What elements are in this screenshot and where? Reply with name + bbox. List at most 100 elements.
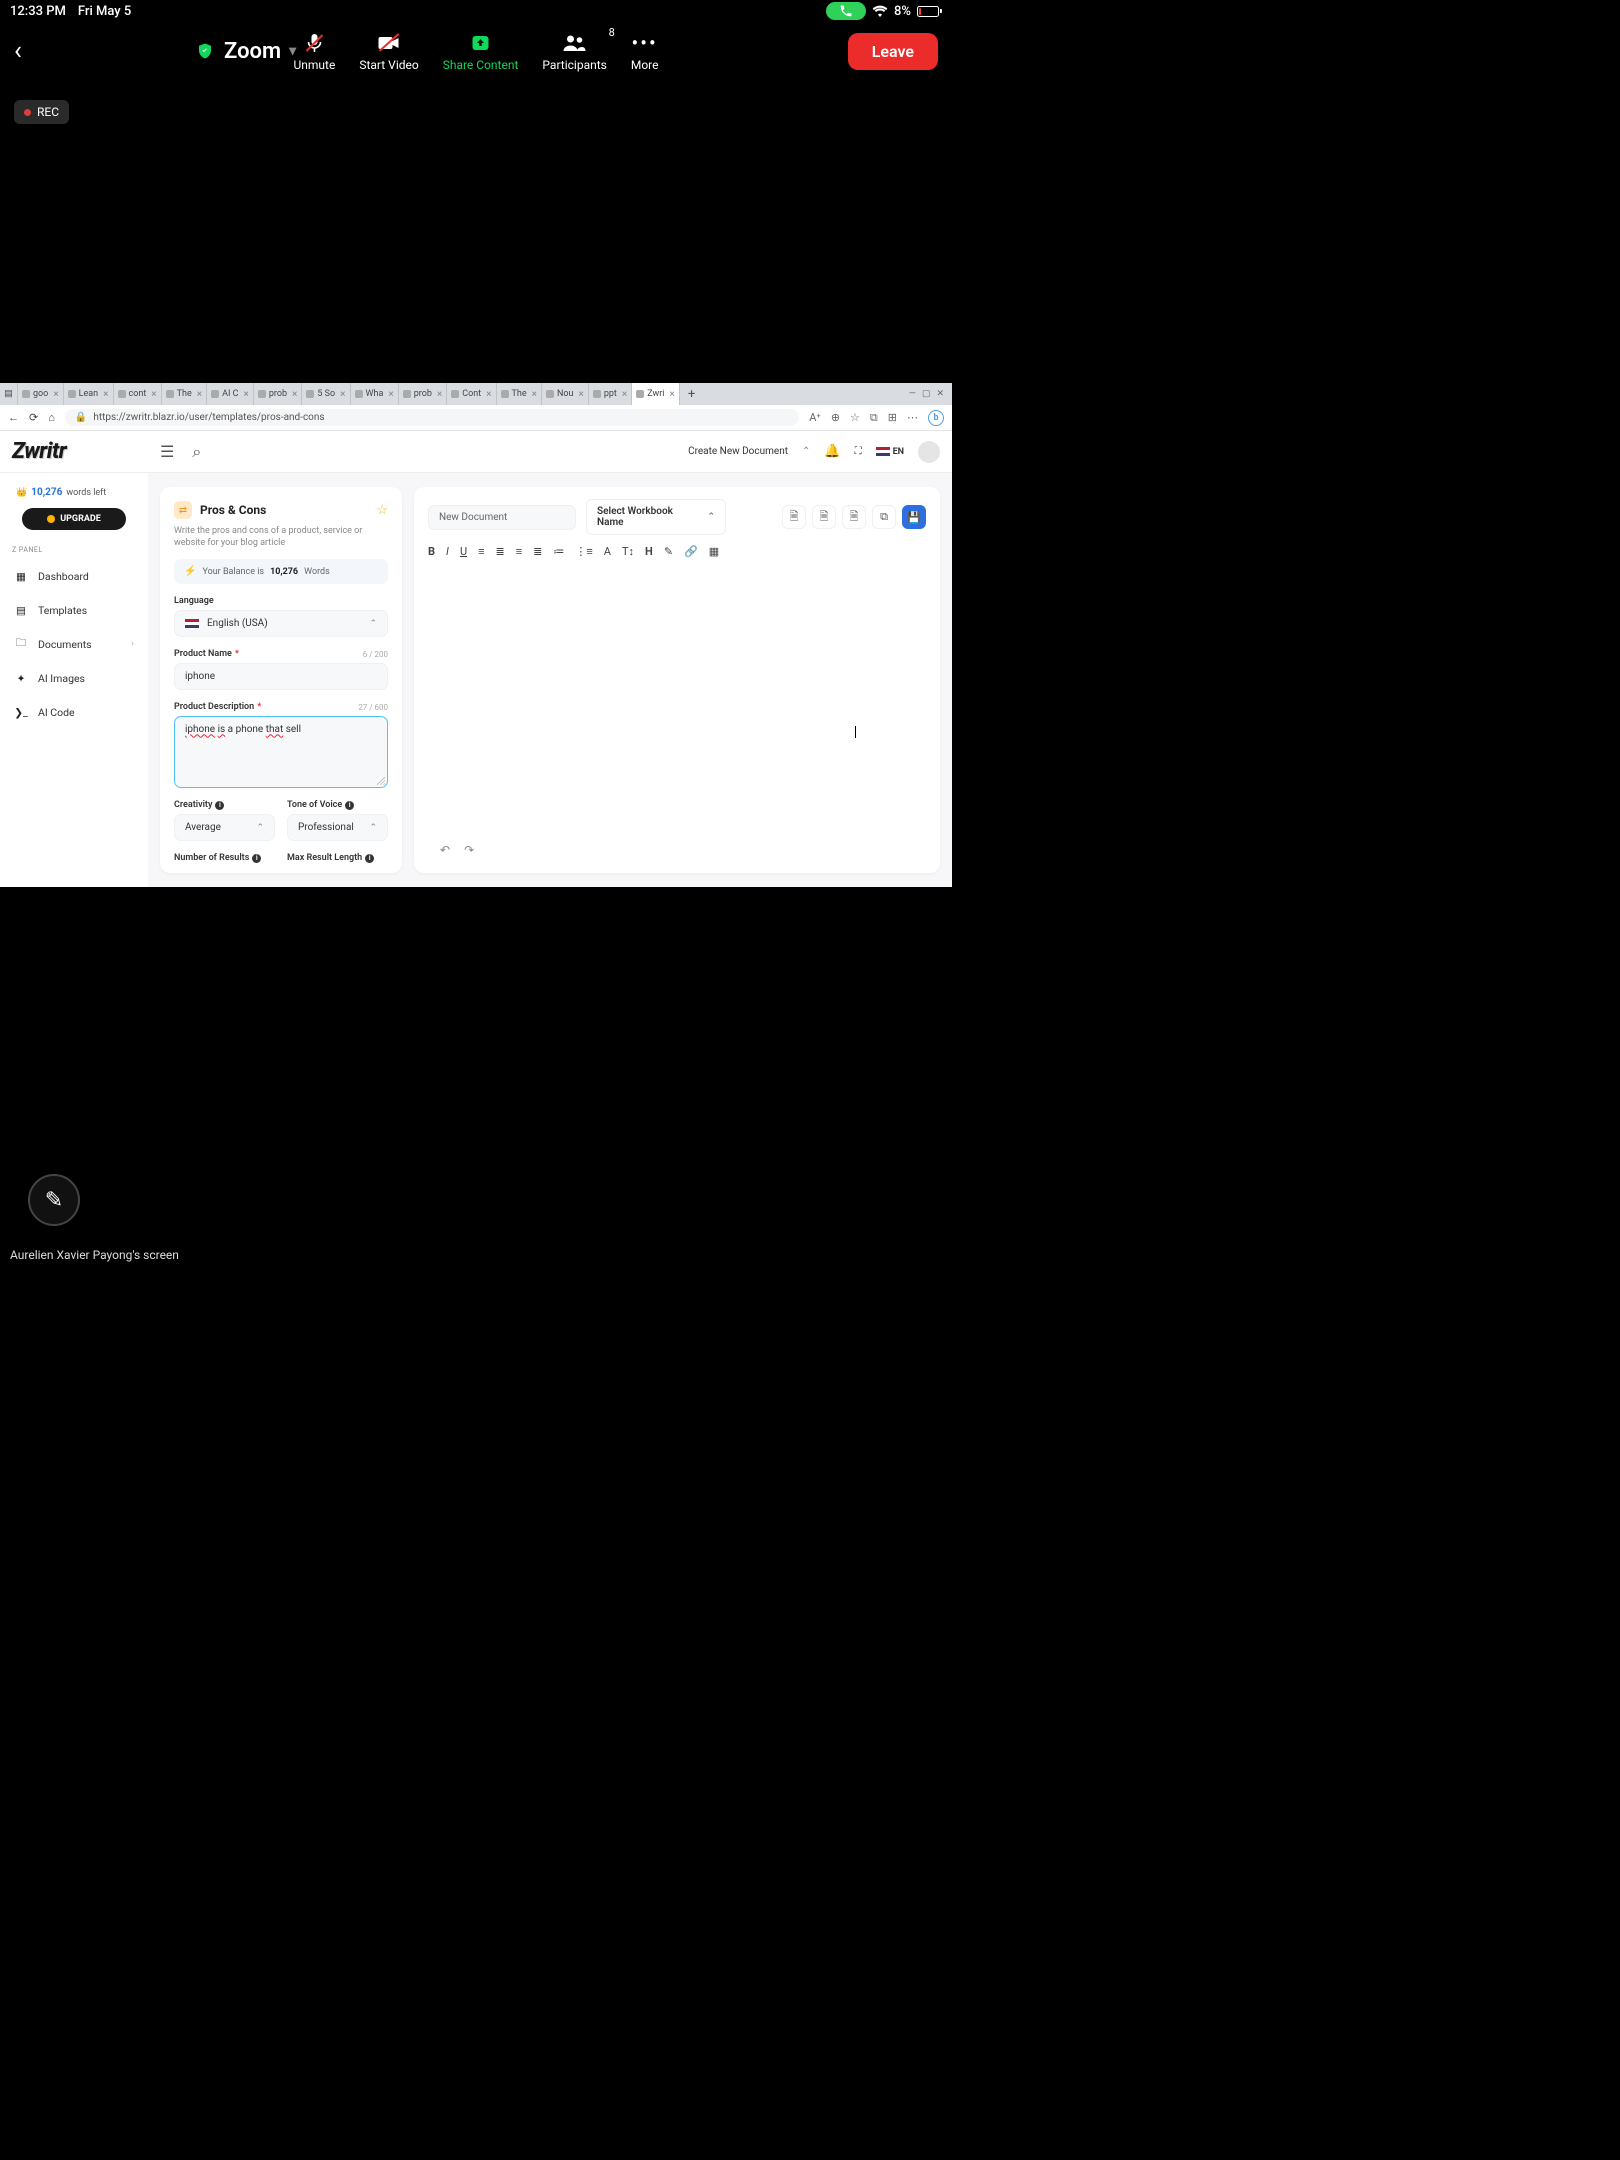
font-icon[interactable]: A <box>604 545 611 558</box>
new-tab-button[interactable]: + <box>680 387 703 402</box>
align-left-icon[interactable]: ≡ <box>478 545 484 558</box>
document-name-input[interactable]: New Document <box>428 505 576 530</box>
browser-tab[interactable]: cont× <box>114 383 162 405</box>
window-controls[interactable]: —▢✕ <box>901 389 952 399</box>
product-desc-textarea[interactable]: iphone is a phone that sell <box>174 716 388 788</box>
sidebar-item-templates[interactable]: ▤Templates <box>10 596 138 624</box>
close-tab-icon[interactable]: × <box>244 389 249 400</box>
align-right-icon[interactable]: ≡ <box>516 545 522 558</box>
close-tab-icon[interactable]: × <box>292 389 297 400</box>
resize-handle-icon[interactable] <box>377 777 385 785</box>
chevron-up-icon[interactable]: ⌃ <box>802 446 810 457</box>
close-tab-icon[interactable]: × <box>197 389 202 400</box>
nav-refresh-icon[interactable]: ⟳ <box>29 411 38 424</box>
fullscreen-icon[interactable]: ⛶ <box>855 446 862 457</box>
export-txt-icon[interactable]: 🗎 <box>782 505 806 529</box>
ordered-list-icon[interactable]: ≔ <box>553 545 564 558</box>
upgrade-button[interactable]: UPGRADE <box>22 508 126 530</box>
browser-tab[interactable]: Wha× <box>351 383 399 405</box>
sidebar-item-dashboard[interactable]: ▦Dashboard <box>10 562 138 590</box>
language-selector[interactable]: EN <box>876 447 904 457</box>
sidebar-item-ai-code[interactable]: ❯_AI Code <box>10 698 138 726</box>
favorite-star-icon[interactable]: ☆ <box>376 503 388 518</box>
tab-sidebar-toggle[interactable]: ▤ <box>0 383 18 405</box>
browser-tab[interactable]: prob× <box>254 383 303 405</box>
extensions-icon[interactable]: ⊞ <box>888 411 897 424</box>
link-icon[interactable]: 🔗 <box>684 545 698 558</box>
browser-tab[interactable]: AI C× <box>207 383 254 405</box>
align-justify-icon[interactable]: ≣ <box>533 545 542 558</box>
redo-icon[interactable]: ↷ <box>464 843 474 857</box>
favorite-icon[interactable]: ☆ <box>850 411 860 424</box>
undo-icon[interactable]: ↶ <box>440 843 450 857</box>
avatar[interactable] <box>918 441 940 463</box>
create-document-button[interactable]: Create New Document <box>688 446 788 457</box>
browser-tab[interactable]: 5 So× <box>302 383 350 405</box>
close-tab-icon[interactable]: × <box>103 389 108 400</box>
tab-strip[interactable]: ▤ goo×Lean×cont×The×AI C×prob×5 So×Wha×p… <box>0 383 952 405</box>
close-tab-icon[interactable]: × <box>670 389 675 400</box>
export-pdf-icon[interactable]: 🗎 <box>812 505 836 529</box>
browser-tab[interactable]: The× <box>162 383 207 405</box>
read-aloud-icon[interactable]: A⁺ <box>809 411 821 424</box>
info-icon[interactable]: i <box>345 801 354 810</box>
back-button[interactable]: ‹ <box>14 36 22 66</box>
sidebar-item-ai-images[interactable]: ✦AI Images <box>10 664 138 692</box>
share-content-button[interactable]: Share Content <box>443 30 519 72</box>
close-tab-icon[interactable]: × <box>151 389 156 400</box>
language-select[interactable]: English (USA) ⌃ <box>174 610 388 637</box>
sidebar-item-documents[interactable]: 🗀Documents› <box>10 630 138 658</box>
browser-tab[interactable]: Zwri× <box>632 383 680 405</box>
nav-home-icon[interactable]: ⌂ <box>48 411 55 424</box>
close-tab-icon[interactable]: × <box>53 389 58 400</box>
close-tab-icon[interactable]: × <box>532 389 537 400</box>
italic-icon[interactable]: I <box>446 545 449 558</box>
translate-icon[interactable]: ⊕ <box>831 411 840 424</box>
product-name-input[interactable]: iphone <box>174 663 388 690</box>
search-icon[interactable]: ⌕ <box>192 442 201 462</box>
browser-tab[interactable]: ppt× <box>589 383 632 405</box>
browser-tab[interactable]: Cont× <box>447 383 496 405</box>
menu-icon[interactable]: ⋯ <box>907 411 918 424</box>
browser-tab[interactable]: The× <box>497 383 542 405</box>
workbook-select[interactable]: Select Workbook Name⌃ <box>586 499 726 535</box>
bing-icon[interactable]: b <box>928 410 944 426</box>
unmute-button[interactable]: Unmute <box>294 30 336 72</box>
url-input[interactable]: 🔒 https://zwritr.blazr.io/user/templates… <box>65 409 799 426</box>
heading-icon[interactable]: H <box>645 545 653 558</box>
browser-tab[interactable]: goo× <box>18 383 64 405</box>
participants-button[interactable]: 8 Participants <box>542 30 606 72</box>
unordered-list-icon[interactable]: ⋮≡ <box>575 545 592 558</box>
bold-icon[interactable]: B <box>428 545 435 558</box>
browser-tab[interactable]: Lean× <box>64 383 114 405</box>
close-tab-icon[interactable]: × <box>578 389 583 400</box>
notifications-icon[interactable]: 🔔 <box>824 444 840 459</box>
editor-body[interactable]: ↶ ↷ <box>428 566 926 861</box>
close-tab-icon[interactable]: × <box>388 389 393 400</box>
zoom-title[interactable]: Zoom ▾ <box>224 39 296 64</box>
close-tab-icon[interactable]: × <box>340 389 345 400</box>
highlight-icon[interactable]: ✎ <box>664 545 673 558</box>
info-icon[interactable]: i <box>365 854 374 863</box>
save-button[interactable]: 💾 <box>902 505 926 529</box>
info-icon[interactable]: i <box>215 801 224 810</box>
call-indicator[interactable] <box>826 2 866 20</box>
browser-tab[interactable]: prob× <box>399 383 448 405</box>
browser-tab[interactable]: Nou× <box>542 383 589 405</box>
menu-toggle-icon[interactable]: ☰ <box>160 442 174 462</box>
close-tab-icon[interactable]: × <box>486 389 491 400</box>
close-tab-icon[interactable]: × <box>622 389 627 400</box>
annotate-button[interactable]: ✎ <box>28 1174 80 1226</box>
leave-button[interactable]: Leave <box>848 33 938 70</box>
more-button[interactable]: ••• More <box>631 30 659 72</box>
collections-icon[interactable]: ⧉ <box>870 411 878 425</box>
export-doc-icon[interactable]: 🗎 <box>842 505 866 529</box>
text-size-icon[interactable]: T↕ <box>622 545 634 558</box>
underline-icon[interactable]: U <box>460 545 467 558</box>
close-tab-icon[interactable]: × <box>437 389 442 400</box>
copy-icon[interactable]: ⧉ <box>872 505 896 529</box>
info-icon[interactable]: i <box>252 854 261 863</box>
creativity-select[interactable]: Average⌃ <box>174 814 275 841</box>
tone-select[interactable]: Professional⌃ <box>287 814 388 841</box>
table-icon[interactable]: ▦ <box>709 545 719 558</box>
